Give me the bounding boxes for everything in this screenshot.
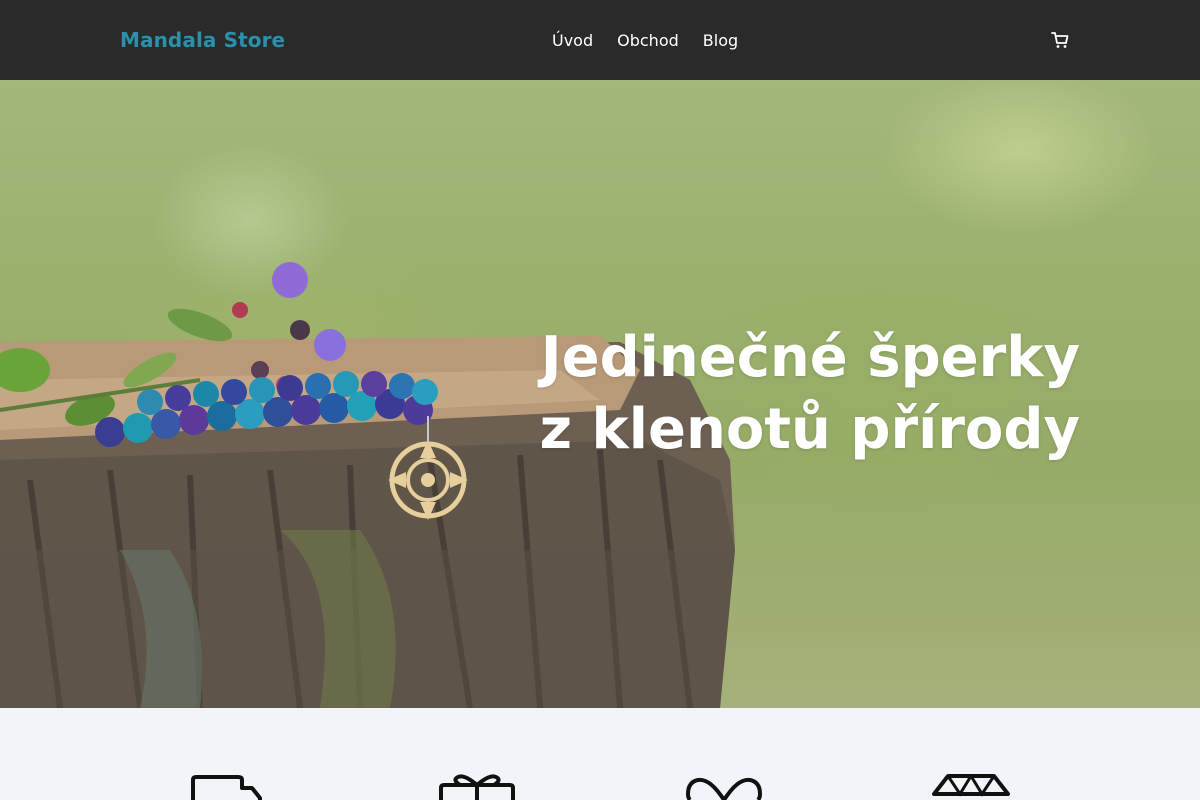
main-nav: Úvod Obchod Blog — [552, 0, 738, 80]
nav-link-obchod[interactable]: Obchod — [617, 31, 679, 50]
diamond-icon — [932, 773, 1012, 800]
hero-title-line1: Jedinečné šperky — [540, 325, 1080, 390]
cart-icon[interactable] — [1050, 30, 1070, 50]
hero-title: Jedinečné šperky z klenotů přírody — [539, 322, 1080, 466]
nav-link-blog[interactable]: Blog — [703, 31, 738, 50]
brand-logo[interactable]: Mandala Store — [120, 0, 285, 80]
hero-banner: Jedinečné šperky z klenotů přírody — [0, 80, 1200, 708]
hero-title-line2: z klenotů přírody — [539, 397, 1080, 462]
truck-icon — [190, 774, 270, 800]
nav-link-uvod[interactable]: Úvod — [552, 31, 593, 50]
site-header: Mandala Store Úvod Obchod Blog — [0, 0, 1200, 80]
heart-icon — [684, 774, 764, 800]
features-section — [0, 708, 1200, 800]
gift-icon — [438, 774, 518, 800]
